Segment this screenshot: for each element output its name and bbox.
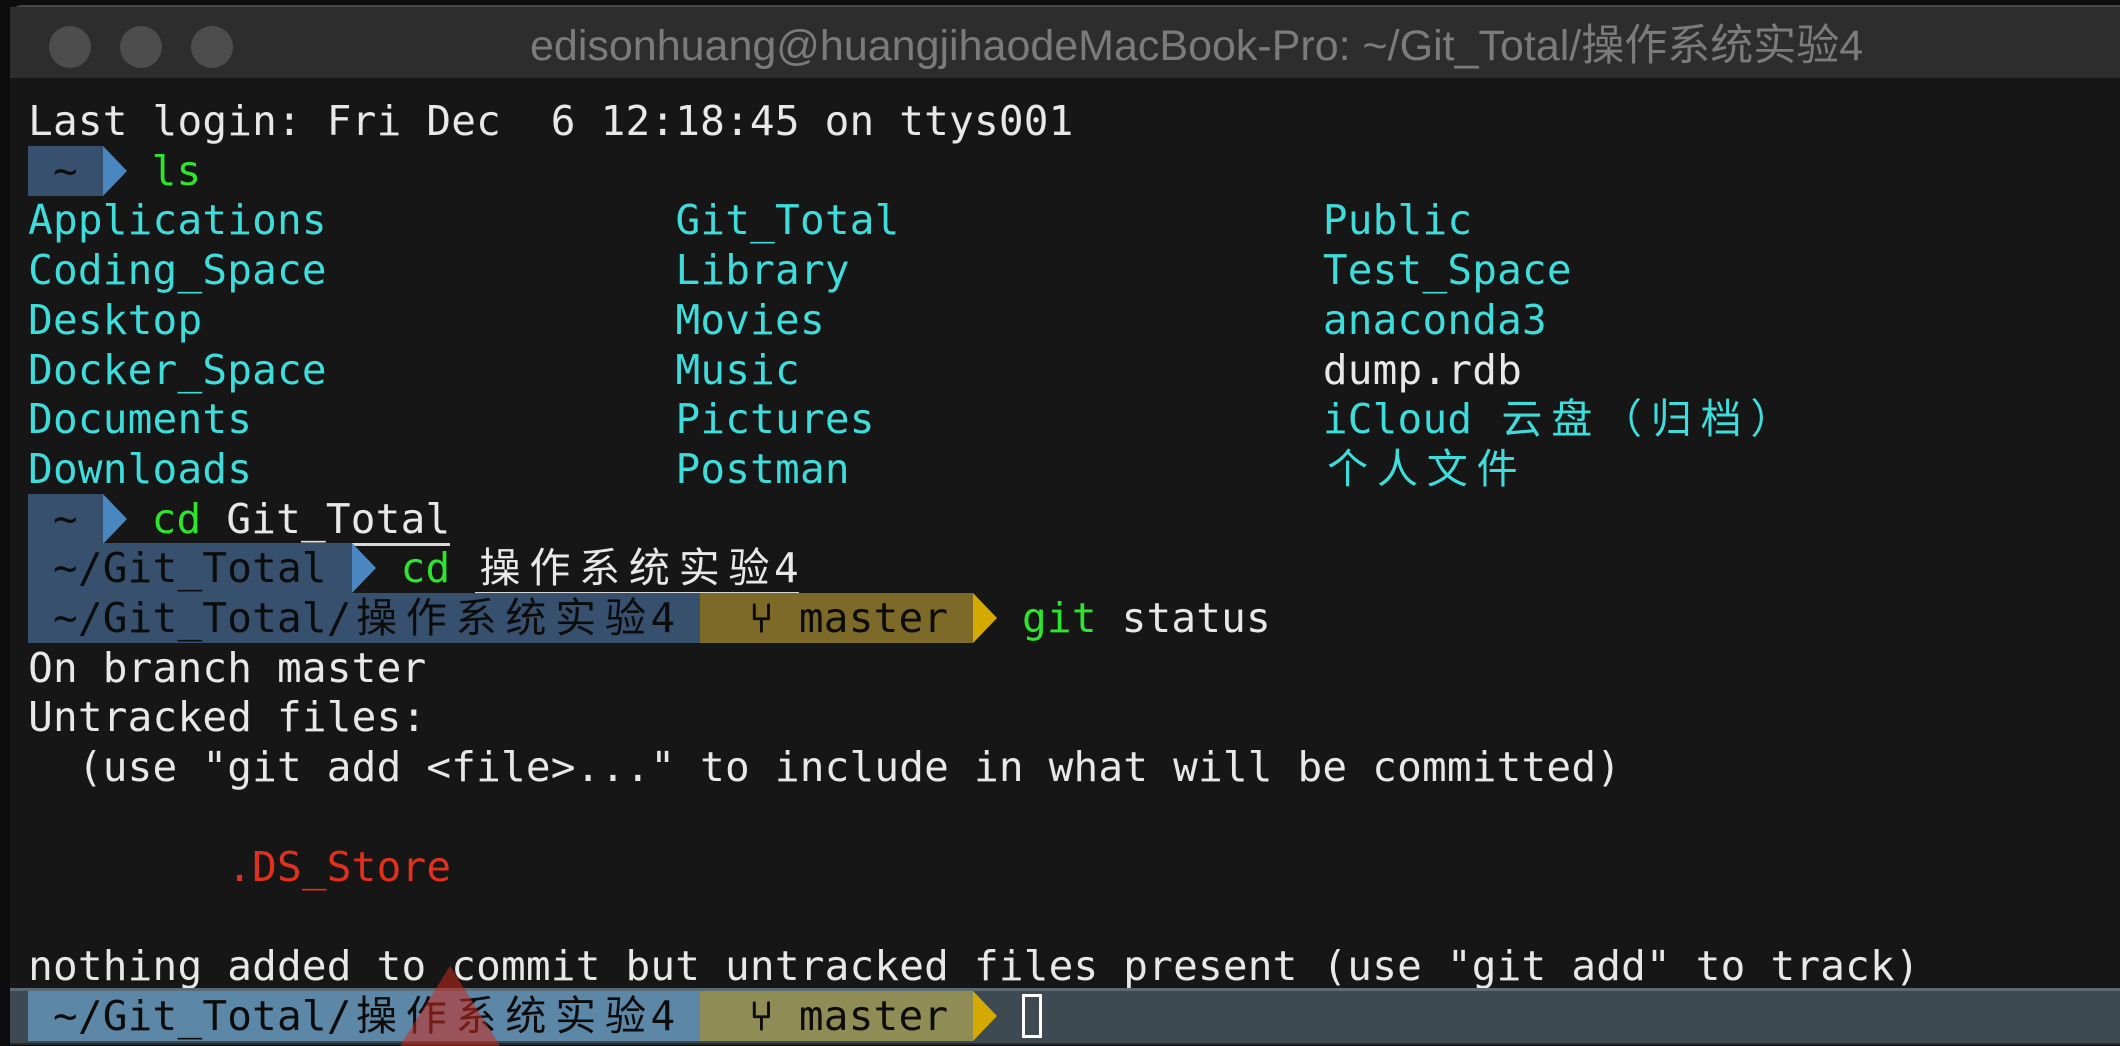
last-login-line: Last login: Fri Dec 6 12:18:45 on ttys00… [28, 96, 1073, 146]
pointer-marker [400, 966, 500, 1046]
ls-output-row: Docker_Space Music dump.rdb [28, 345, 1522, 395]
ls-entry-directory: iCloud 云盘（归档） [1322, 395, 1792, 444]
ls-output-row: Downloads Postman 个人文件 [28, 444, 1522, 494]
prompt-git-segment: ⑂ master [700, 990, 974, 1041]
prompt-arrow-icon [102, 493, 127, 544]
prompt-dir-segment: ~ [28, 145, 103, 196]
terminal-content[interactable]: Last login: Fri Dec 6 12:18:45 on ttys00… [10, 78, 2120, 1043]
output-line: .DS_Store [28, 842, 451, 892]
ls-entry-directory: Movies [675, 295, 825, 344]
prompt-arrow-icon [973, 593, 998, 643]
prompt-dir-segment: ~/Git_Total/操作系统实验 4 [28, 593, 701, 643]
ls-entry-directory: Public [1322, 196, 1473, 245]
prompt-dir-segment: ~/Git_Total [28, 543, 352, 594]
output-line: nothing added to commit but untracked fi… [28, 941, 1920, 991]
git-status-heading: Untracked files: [28, 693, 427, 742]
ls-entry-directory: Postman [675, 444, 850, 493]
prompt-dir-segment: ~/Git_Total/操作系统实验 4 [28, 990, 701, 1041]
ls-entry-directory: Applications [28, 196, 327, 245]
command-name: cd [151, 494, 202, 543]
git-status-summary: nothing added to commit but untracked fi… [28, 941, 1920, 990]
prompt-line: ~/Git_Total/操作系统实验 4 ⑂ master git status [28, 593, 1271, 643]
output-line: Untracked files: [28, 692, 426, 742]
git-status-hint: (use "git add <file>..." to include in w… [77, 743, 1621, 792]
window-title: edisonhuang@huangjihaodeMacBook-Pro: ~/G… [530, 22, 1864, 70]
ls-entry-directory: Git_Total [675, 196, 900, 245]
git-branch-icon: ⑂ [749, 991, 774, 1040]
ls-output-row: Desktop Movies anaconda3 [28, 295, 1547, 345]
ls-output-row: Documents Pictures iCloud 云盘（归档） [28, 394, 1796, 444]
command-args: 操作系统实验4 [475, 544, 799, 596]
prompt-arrow-icon [351, 543, 376, 594]
output-line: On branch master [28, 643, 426, 693]
prompt-line: ~ cd Git_Total [28, 493, 451, 546]
command-name: ls [151, 146, 202, 195]
ls-entry-directory: Documents [28, 395, 252, 444]
last-login-text: Last login: Fri Dec 6 12:18:45 on ttys00… [28, 97, 1074, 145]
output-line: (use "git add <file>..." to include in w… [28, 742, 1621, 792]
ls-entry-directory: Docker_Space [28, 345, 327, 394]
prompt-arrow-icon [973, 990, 998, 1041]
prompt-line: ~ ls [28, 145, 202, 196]
title-bar[interactable]: edisonhuang@huangjihaodeMacBook-Pro: ~/G… [10, 7, 2120, 84]
ls-entry-directory: Desktop [28, 295, 203, 344]
prompt-line: ~/Git_Total cd 操作系统实验4 [28, 543, 799, 596]
ls-output-row: Coding_Space Library Test_Space [28, 245, 1572, 295]
ls-entry-directory: 个人文件 [1327, 444, 1518, 493]
untracked-file: .DS_Store [227, 842, 452, 891]
prompt-git-segment: ⑂ master [700, 593, 974, 643]
command-args: status [1121, 594, 1271, 642]
ls-output-row: Applications Git_Total Public [28, 195, 1472, 245]
command-name: git [1022, 594, 1097, 642]
text-cursor[interactable] [1021, 993, 1042, 1038]
ls-entry-directory: Downloads [28, 444, 252, 493]
current-prompt-line: ~/Git_Total/操作系统实验 4 ⑂ master [28, 990, 1042, 1041]
ls-entry-directory: Test_Space [1322, 246, 1572, 295]
command-args: Git_Total [226, 494, 451, 546]
prompt-dir-segment: ~ [28, 493, 103, 544]
ls-entry-directory: Coding_Space [28, 246, 327, 295]
ls-entry-file: dump.rdb [1322, 345, 1522, 394]
git-status-branch: On branch master [28, 643, 427, 692]
git-branch-icon: ⑂ [749, 594, 774, 642]
ls-entry-directory: Library [675, 246, 850, 295]
prompt-arrow-icon [102, 145, 127, 196]
ls-entry-directory: Pictures [675, 395, 875, 444]
command-name: cd [400, 544, 451, 593]
ls-entry-directory: Music [675, 345, 800, 394]
ls-entry-directory: anaconda3 [1322, 295, 1547, 344]
